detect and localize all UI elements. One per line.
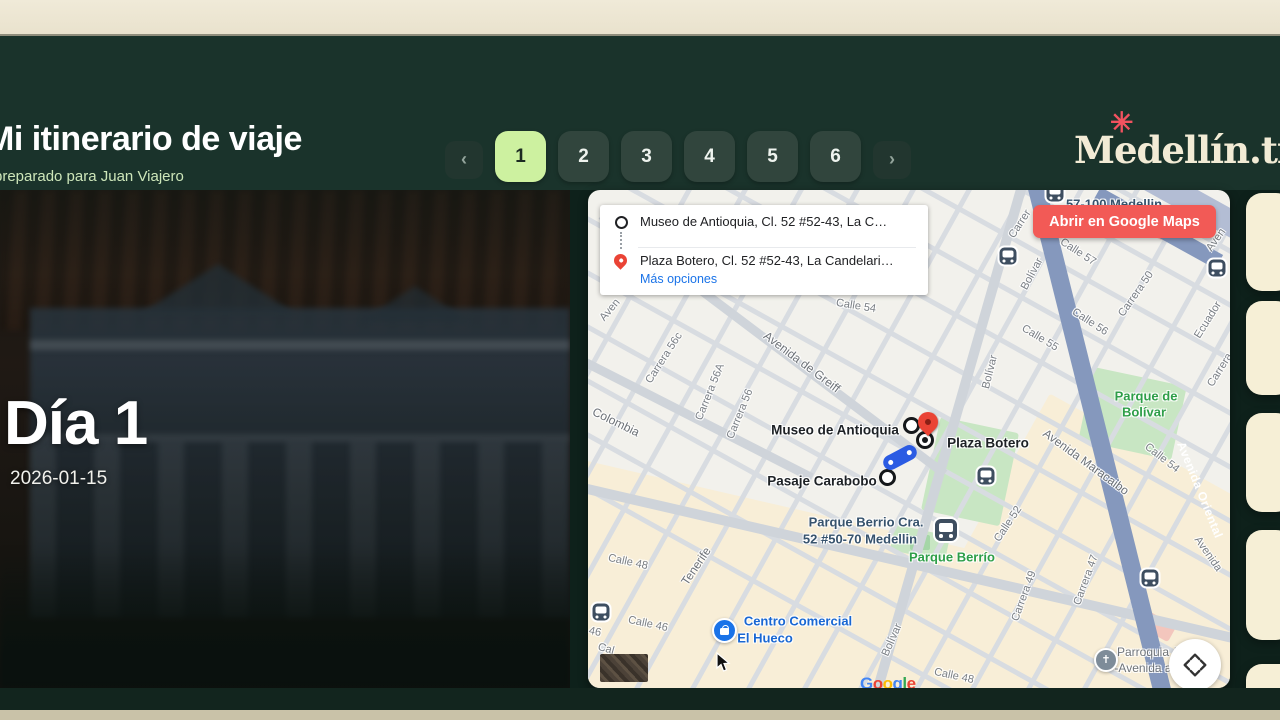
map-poi-label: Bolívar <box>1122 405 1166 420</box>
church-pin-icon: ✝ <box>1094 648 1118 672</box>
destination-pin-icon <box>611 251 629 269</box>
page-button-5[interactable]: 5 <box>747 131 798 182</box>
origin-circle-icon <box>615 216 628 229</box>
directions-destination: Plaza Botero, Cl. 52 #52-43, La Candelar… <box>640 253 920 268</box>
mouse-cursor <box>716 652 731 678</box>
day-photo-panel: Día 1 2026-01-15 Visita al Museo de Anti… <box>0 190 570 688</box>
next-activity-card[interactable] <box>1246 193 1280 291</box>
browser-top-strip <box>0 0 1280 36</box>
page-title: Mi itinerario de viaje <box>0 120 302 159</box>
page-button-3[interactable]: 3 <box>621 131 672 182</box>
map-poi-label: Parque de <box>1115 389 1178 404</box>
pagination-pages: 123456 <box>495 131 861 182</box>
map-poi-label: El Hueco <box>737 631 793 646</box>
day-date: 2026-01-15 <box>10 468 107 490</box>
map-street-label: 46 <box>588 625 602 639</box>
pagination: ‹ 123456 › <box>445 131 911 182</box>
map-street-label: Ecuador <box>1192 299 1224 340</box>
page-subtitle: preparado para Juan Viajero <box>0 168 184 185</box>
map-poi-label: Parque Berrio Cra. <box>809 515 924 530</box>
fullscreen-button[interactable] <box>1169 639 1221 688</box>
pagination-next-button[interactable]: › <box>873 141 911 179</box>
transit-station-icon <box>593 604 610 621</box>
map-poi-label: Parque Berrío <box>909 550 995 565</box>
map-poi-label: Museo de Antioquia <box>771 423 899 438</box>
page-button-6[interactable]: 6 <box>810 131 861 182</box>
page-button-4[interactable]: 4 <box>684 131 735 182</box>
map-poi-label: Pasaje Carabobo <box>767 474 877 489</box>
transit-station-icon <box>1000 248 1017 265</box>
more-options-link[interactable]: Más opciones <box>640 272 717 286</box>
brand-logo[interactable]: Medellín.tr <box>1074 128 1280 172</box>
bottom-taskbar-strip <box>0 710 1280 720</box>
day-title: Día 1 <box>4 388 147 459</box>
map-street-label: Bolívar <box>1019 256 1046 292</box>
shopping-poi-icon[interactable] <box>712 618 737 643</box>
map-poi-label: Centro Comercial <box>744 614 852 629</box>
open-google-maps-button[interactable]: Abrir en Google Maps <box>1033 205 1216 238</box>
google-map-embed[interactable]: AvenCarrera 56cCarrera 56ACarrera 56Colo… <box>588 190 1230 688</box>
transit-station-icon <box>1209 260 1226 277</box>
transit-station-icon <box>1142 570 1159 587</box>
page-button-1[interactable]: 1 <box>495 131 546 182</box>
next-activity-card[interactable] <box>1246 301 1280 395</box>
transit-station-icon <box>978 468 995 485</box>
map-poi-label: 52 #50-70 Medellin <box>803 532 917 547</box>
bottom-dark-strip <box>0 688 1280 710</box>
app-header: Mi itinerario de viaje preparado para Ju… <box>0 36 1280 190</box>
pagination-prev-button[interactable]: ‹ <box>445 141 483 179</box>
route-dots <box>620 232 622 249</box>
directions-panel: Museo de Antioquia, Cl. 52 #52-43, La C…… <box>600 205 928 295</box>
next-activity-card[interactable] <box>1246 530 1280 640</box>
transit-station-icon <box>935 519 957 541</box>
page: { "header": { "title": "Mi itinerario de… <box>0 0 1280 720</box>
street-view-thumbnail[interactable] <box>600 654 648 682</box>
page-button-2[interactable]: 2 <box>558 131 609 182</box>
google-logo: Google <box>860 674 916 688</box>
transit-station-icon <box>1047 190 1064 202</box>
directions-origin: Museo de Antioquia, Cl. 52 #52-43, La C… <box>640 214 920 229</box>
map-poi-label: Plaza Botero <box>947 436 1029 451</box>
next-activity-card[interactable] <box>1246 413 1280 512</box>
marker-pasaje-carabobo[interactable] <box>879 469 896 486</box>
